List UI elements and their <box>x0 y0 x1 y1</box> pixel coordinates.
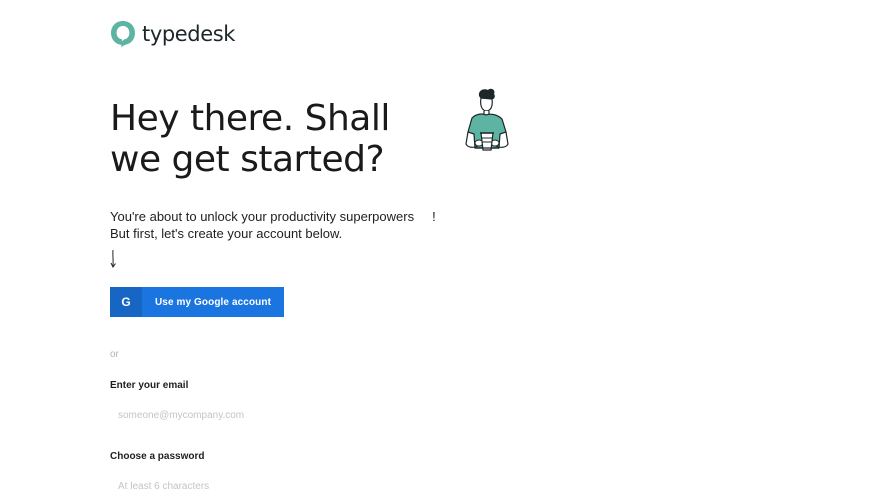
google-icon: G <box>110 287 142 317</box>
google-signin-button[interactable]: G Use my Google account <box>110 287 284 317</box>
arrow-down-icon <box>110 249 116 268</box>
email-input[interactable] <box>110 404 350 426</box>
password-input[interactable] <box>110 475 350 497</box>
intro-text: You're about to unlock your productivity… <box>110 208 440 242</box>
email-label: Enter your email <box>110 380 189 391</box>
signup-page: typedesk Hey there. Shall we get started… <box>0 0 885 502</box>
typedesk-logo-icon <box>111 21 135 48</box>
intro-line-1: You're about to unlock your productivity… <box>110 209 436 224</box>
brand-name: typedesk <box>142 22 236 46</box>
intro-line-2: But first, let's create your account bel… <box>110 226 343 241</box>
google-button-label: Use my Google account <box>154 296 272 308</box>
password-label: Choose a password <box>110 451 205 462</box>
or-divider: or <box>110 349 119 360</box>
brand-logo[interactable]: typedesk <box>110 20 235 48</box>
page-title: Hey there. Shall we get started? <box>110 98 390 180</box>
person-with-coffee-illustration <box>465 88 509 151</box>
